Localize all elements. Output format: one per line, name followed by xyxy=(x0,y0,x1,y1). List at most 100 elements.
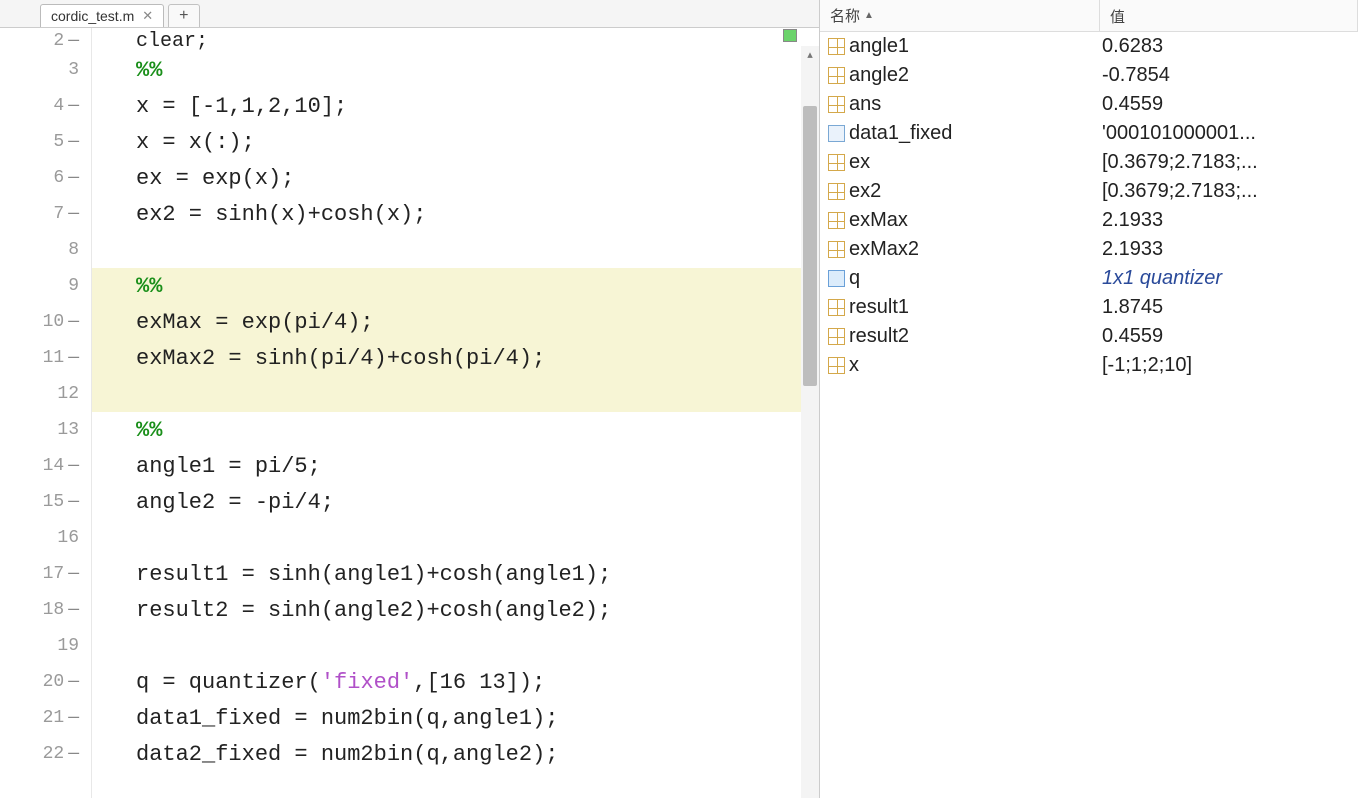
code-line[interactable]: %% xyxy=(92,268,819,304)
workspace-row[interactable]: ans0.4559 xyxy=(820,90,1358,119)
workspace-row[interactable]: result11.8745 xyxy=(820,293,1358,322)
workspace-row[interactable]: q 1x1 quantizer xyxy=(820,264,1358,293)
executable-dash-icon: — xyxy=(68,204,79,224)
workspace-row[interactable]: x[-1;1;2;10] xyxy=(820,351,1358,380)
workspace-row[interactable]: exMax22.1933 xyxy=(820,235,1358,264)
workspace-row[interactable]: exMax2.1933 xyxy=(820,206,1358,235)
code-line[interactable]: %% xyxy=(92,52,819,88)
var-name-cell: exMax2 xyxy=(820,238,1100,261)
code-line[interactable]: x = [-1,1,2,10]; xyxy=(92,88,819,124)
gutter-line[interactable]: 9 xyxy=(0,268,91,304)
line-number: 12 xyxy=(57,384,79,404)
gutter-line[interactable]: 10— xyxy=(0,304,91,340)
workspace-row[interactable]: data1_fixed'000101000001... xyxy=(820,119,1358,148)
code-line[interactable] xyxy=(92,520,819,556)
gutter-line[interactable]: 16 xyxy=(0,520,91,556)
gutter-line[interactable]: 13 xyxy=(0,412,91,448)
code-line[interactable]: x = x(:); xyxy=(92,124,819,160)
code-line[interactable]: result2 = sinh(angle2)+cosh(angle2); xyxy=(92,592,819,628)
line-gutter: 2—34—5—6—7—8910—11—121314—15—1617—18—192… xyxy=(0,28,92,798)
var-value-cell: 2.1933 xyxy=(1100,238,1358,261)
var-name-cell: data1_fixed xyxy=(820,122,1100,145)
code-line[interactable] xyxy=(92,376,819,412)
code-line[interactable] xyxy=(92,232,819,268)
var-value-cell: 1x1 quantizer xyxy=(1100,267,1358,290)
var-name: q xyxy=(849,267,860,290)
numeric-array-icon xyxy=(828,38,845,55)
numeric-array-icon xyxy=(828,96,845,113)
line-number: 20 xyxy=(43,672,65,692)
gutter-line[interactable]: 21— xyxy=(0,700,91,736)
var-value-cell: [-1;1;2;10] xyxy=(1100,354,1358,377)
workspace-row[interactable]: ex[0.3679;2.7183;... xyxy=(820,148,1358,177)
numeric-array-icon xyxy=(828,328,845,345)
gutter-line[interactable]: 8 xyxy=(0,232,91,268)
executable-dash-icon: — xyxy=(68,31,79,51)
gutter-line[interactable]: 22— xyxy=(0,736,91,772)
executable-dash-icon: — xyxy=(68,672,79,692)
line-number: 11 xyxy=(43,348,65,368)
editor-pane: cordic_test.m ✕ + 2—34—5—6—7—8910—11—121… xyxy=(0,0,820,798)
gutter-line[interactable]: 6— xyxy=(0,160,91,196)
gutter-line[interactable]: 17— xyxy=(0,556,91,592)
tab-label: cordic_test.m xyxy=(51,8,134,24)
section-marker: %% xyxy=(136,274,162,299)
code-line[interactable]: clear; xyxy=(92,30,819,52)
code-line[interactable]: data2_fixed = num2bin(q,angle2); xyxy=(92,736,819,772)
line-number: 5 xyxy=(53,132,64,152)
line-number: 17 xyxy=(43,564,65,584)
workspace-row[interactable]: angle10.6283 xyxy=(820,32,1358,61)
var-name-cell: ex xyxy=(820,151,1100,174)
workspace-row[interactable]: ex2[0.3679;2.7183;... xyxy=(820,177,1358,206)
code-area[interactable]: clear;%% x = [-1,1,2,10];x = x(:);ex = ex… xyxy=(92,28,819,798)
section-marker: %% xyxy=(136,418,162,443)
gutter-line[interactable]: 5— xyxy=(0,124,91,160)
gutter-line[interactable]: 11— xyxy=(0,340,91,376)
executable-dash-icon: — xyxy=(68,348,79,368)
header-name-column[interactable]: 名称 ▲ xyxy=(820,0,1100,31)
code-line[interactable]: result1 = sinh(angle1)+cosh(angle1); xyxy=(92,556,819,592)
executable-dash-icon: — xyxy=(68,456,79,476)
workspace-row[interactable]: result20.4559 xyxy=(820,322,1358,351)
line-number: 22 xyxy=(43,744,65,764)
code-line[interactable]: exMax2 = sinh(pi/4)+cosh(pi/4); xyxy=(92,340,819,376)
section-marker: %% xyxy=(136,58,162,83)
gutter-line[interactable]: 19 xyxy=(0,628,91,664)
executable-dash-icon: — xyxy=(68,564,79,584)
gutter-line[interactable]: 4— xyxy=(0,88,91,124)
code-line[interactable]: angle1 = pi/5; xyxy=(92,448,819,484)
code-line[interactable]: %% xyxy=(92,412,819,448)
line-number: 19 xyxy=(57,636,79,656)
var-name-cell: angle2 xyxy=(820,64,1100,87)
code-line[interactable]: ex = exp(x); xyxy=(92,160,819,196)
var-value-cell: [0.3679;2.7183;... xyxy=(1100,151,1358,174)
executable-dash-icon: — xyxy=(68,708,79,728)
code-line[interactable] xyxy=(92,628,819,664)
file-tab[interactable]: cordic_test.m ✕ xyxy=(40,4,164,27)
gutter-line[interactable]: 18— xyxy=(0,592,91,628)
var-name-cell: result1 xyxy=(820,296,1100,319)
code-line[interactable]: angle2 = -pi/4; xyxy=(92,484,819,520)
header-value-column[interactable]: 值 xyxy=(1100,0,1358,31)
gutter-line[interactable]: 12 xyxy=(0,376,91,412)
code-line[interactable]: q = quantizer('fixed',[16 13]); xyxy=(92,664,819,700)
workspace-row[interactable]: angle2-0.7854 xyxy=(820,61,1358,90)
gutter-line[interactable]: 7— xyxy=(0,196,91,232)
code-line[interactable]: ex2 = sinh(x)+cosh(x); xyxy=(92,196,819,232)
gutter-line[interactable]: 3 xyxy=(0,52,91,88)
line-number: 21 xyxy=(43,708,65,728)
gutter-line[interactable]: 14— xyxy=(0,448,91,484)
gutter-line[interactable]: 20— xyxy=(0,664,91,700)
close-icon[interactable]: ✕ xyxy=(142,8,153,24)
gutter-line[interactable]: 15— xyxy=(0,484,91,520)
add-tab-button[interactable]: + xyxy=(168,4,199,27)
gutter-line[interactable]: 2— xyxy=(0,30,91,52)
code-line[interactable]: data1_fixed = num2bin(q,angle1); xyxy=(92,700,819,736)
workspace-pane: 名称 ▲ 值 angle10.6283angle2-0.7854ans0.455… xyxy=(820,0,1358,798)
workspace-header: 名称 ▲ 值 xyxy=(820,0,1358,32)
object-icon xyxy=(828,270,845,287)
var-value-cell: 2.1933 xyxy=(1100,209,1358,232)
line-number: 16 xyxy=(57,528,79,548)
var-name-cell: x xyxy=(820,354,1100,377)
code-line[interactable]: exMax = exp(pi/4); xyxy=(92,304,819,340)
